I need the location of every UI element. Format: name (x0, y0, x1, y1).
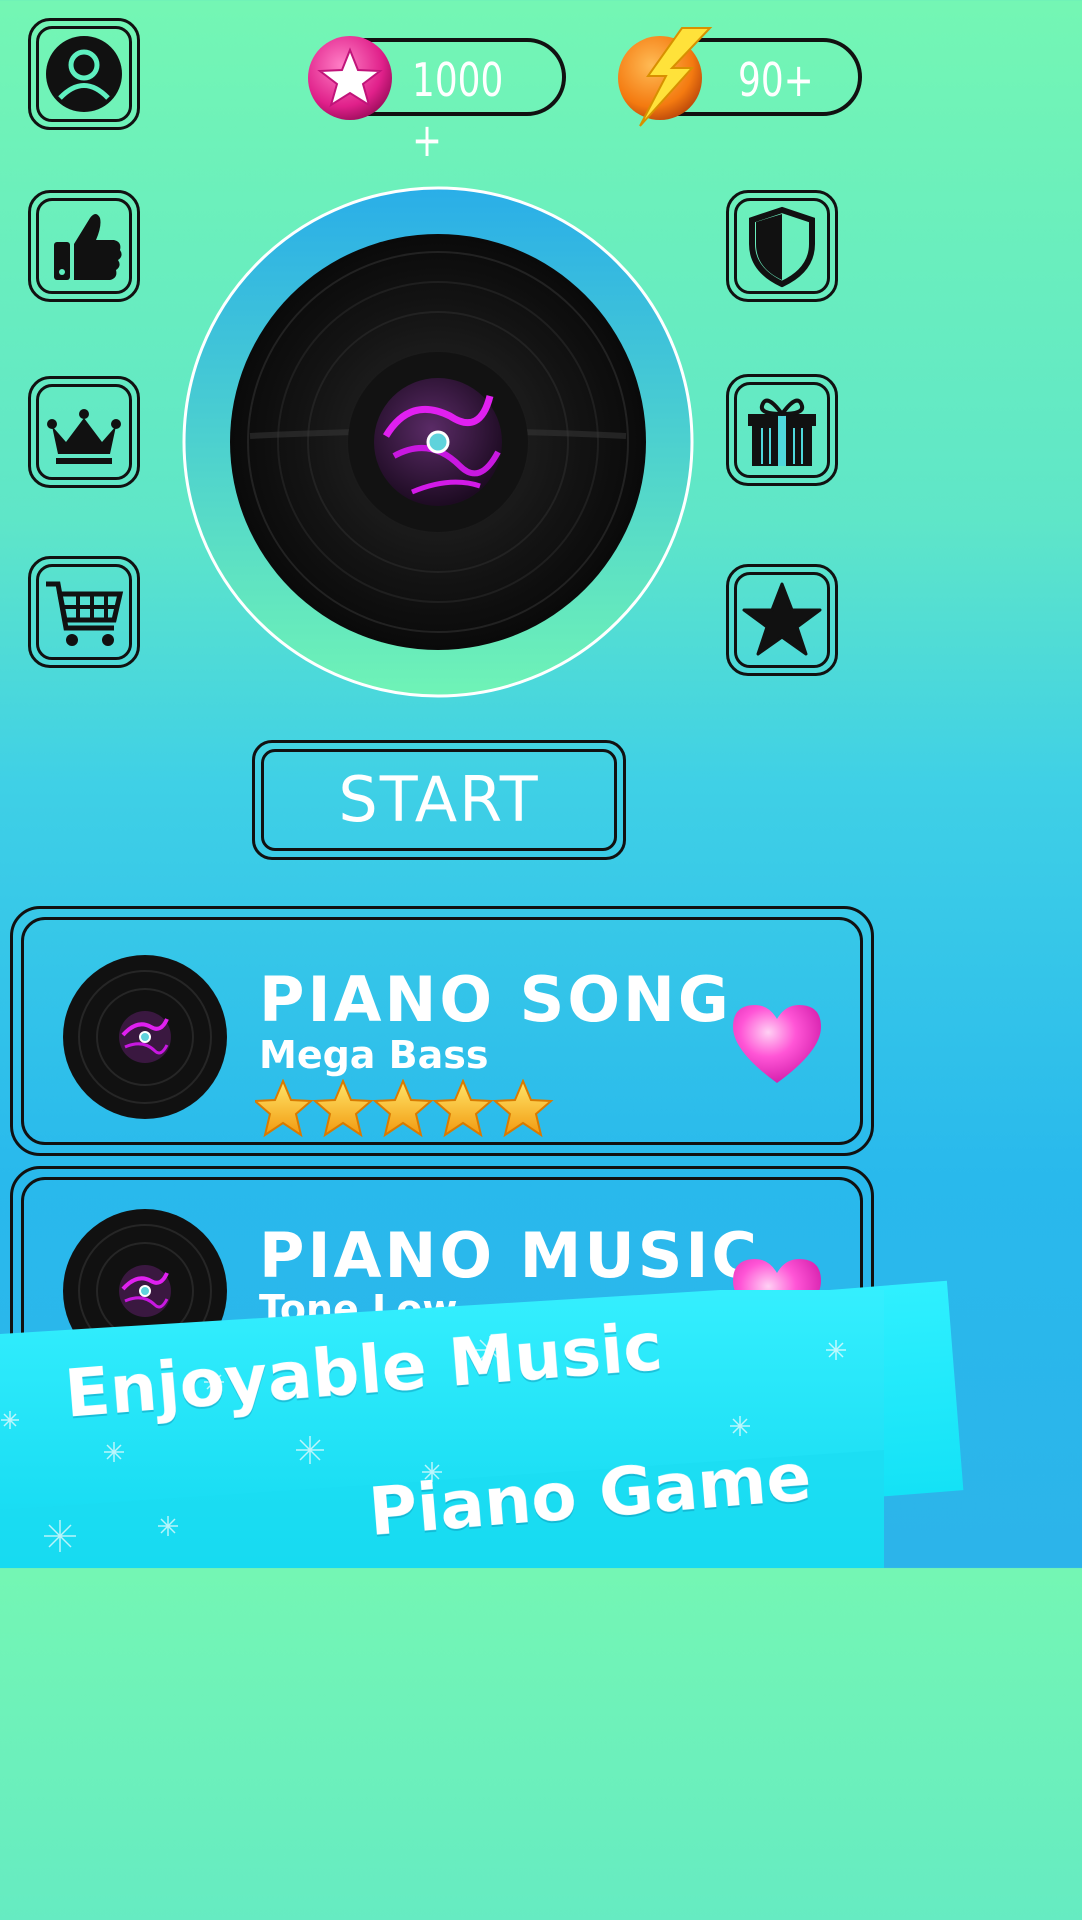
vinyl-record[interactable] (180, 186, 696, 698)
gift-button[interactable] (726, 374, 838, 486)
rating-star-icon (432, 1078, 494, 1138)
shield-icon (749, 206, 815, 288)
rating-star-icon (312, 1078, 374, 1138)
stars-value: 1000 + (412, 53, 504, 167)
start-label: START (338, 763, 540, 836)
gift-icon (748, 398, 816, 466)
rating-star-icon (372, 1078, 434, 1138)
song-record-thumbnail (63, 955, 227, 1119)
energy-badge-icon (612, 26, 714, 130)
song-subtitle: Mega Bass (259, 1033, 489, 1077)
shop-button[interactable] (28, 556, 140, 668)
song-card[interactable]: PIANO SONG Mega Bass (10, 906, 874, 1156)
rating-star-icon (252, 1078, 314, 1138)
star-badge-icon (306, 34, 394, 122)
profile-button[interactable] (28, 18, 140, 130)
user-icon (46, 36, 122, 112)
crown-icon (47, 409, 121, 464)
leaderboard-button[interactable] (28, 376, 140, 488)
like-button[interactable] (28, 190, 140, 302)
energy-value: 90+ (738, 53, 814, 107)
song-title: PIANO SONG (259, 963, 732, 1036)
thumbs-up-icon (54, 214, 122, 280)
privacy-button[interactable] (726, 190, 838, 302)
rating-star-icon (492, 1078, 554, 1138)
star-icon (742, 582, 822, 656)
song-title: PIANO MUSIC (259, 1219, 760, 1292)
favorite-heart-icon[interactable] (729, 1001, 825, 1085)
shopping-cart-icon (46, 581, 124, 646)
rate-button[interactable] (726, 564, 838, 676)
start-button[interactable]: START (252, 740, 626, 860)
song-rating (252, 1078, 555, 1139)
